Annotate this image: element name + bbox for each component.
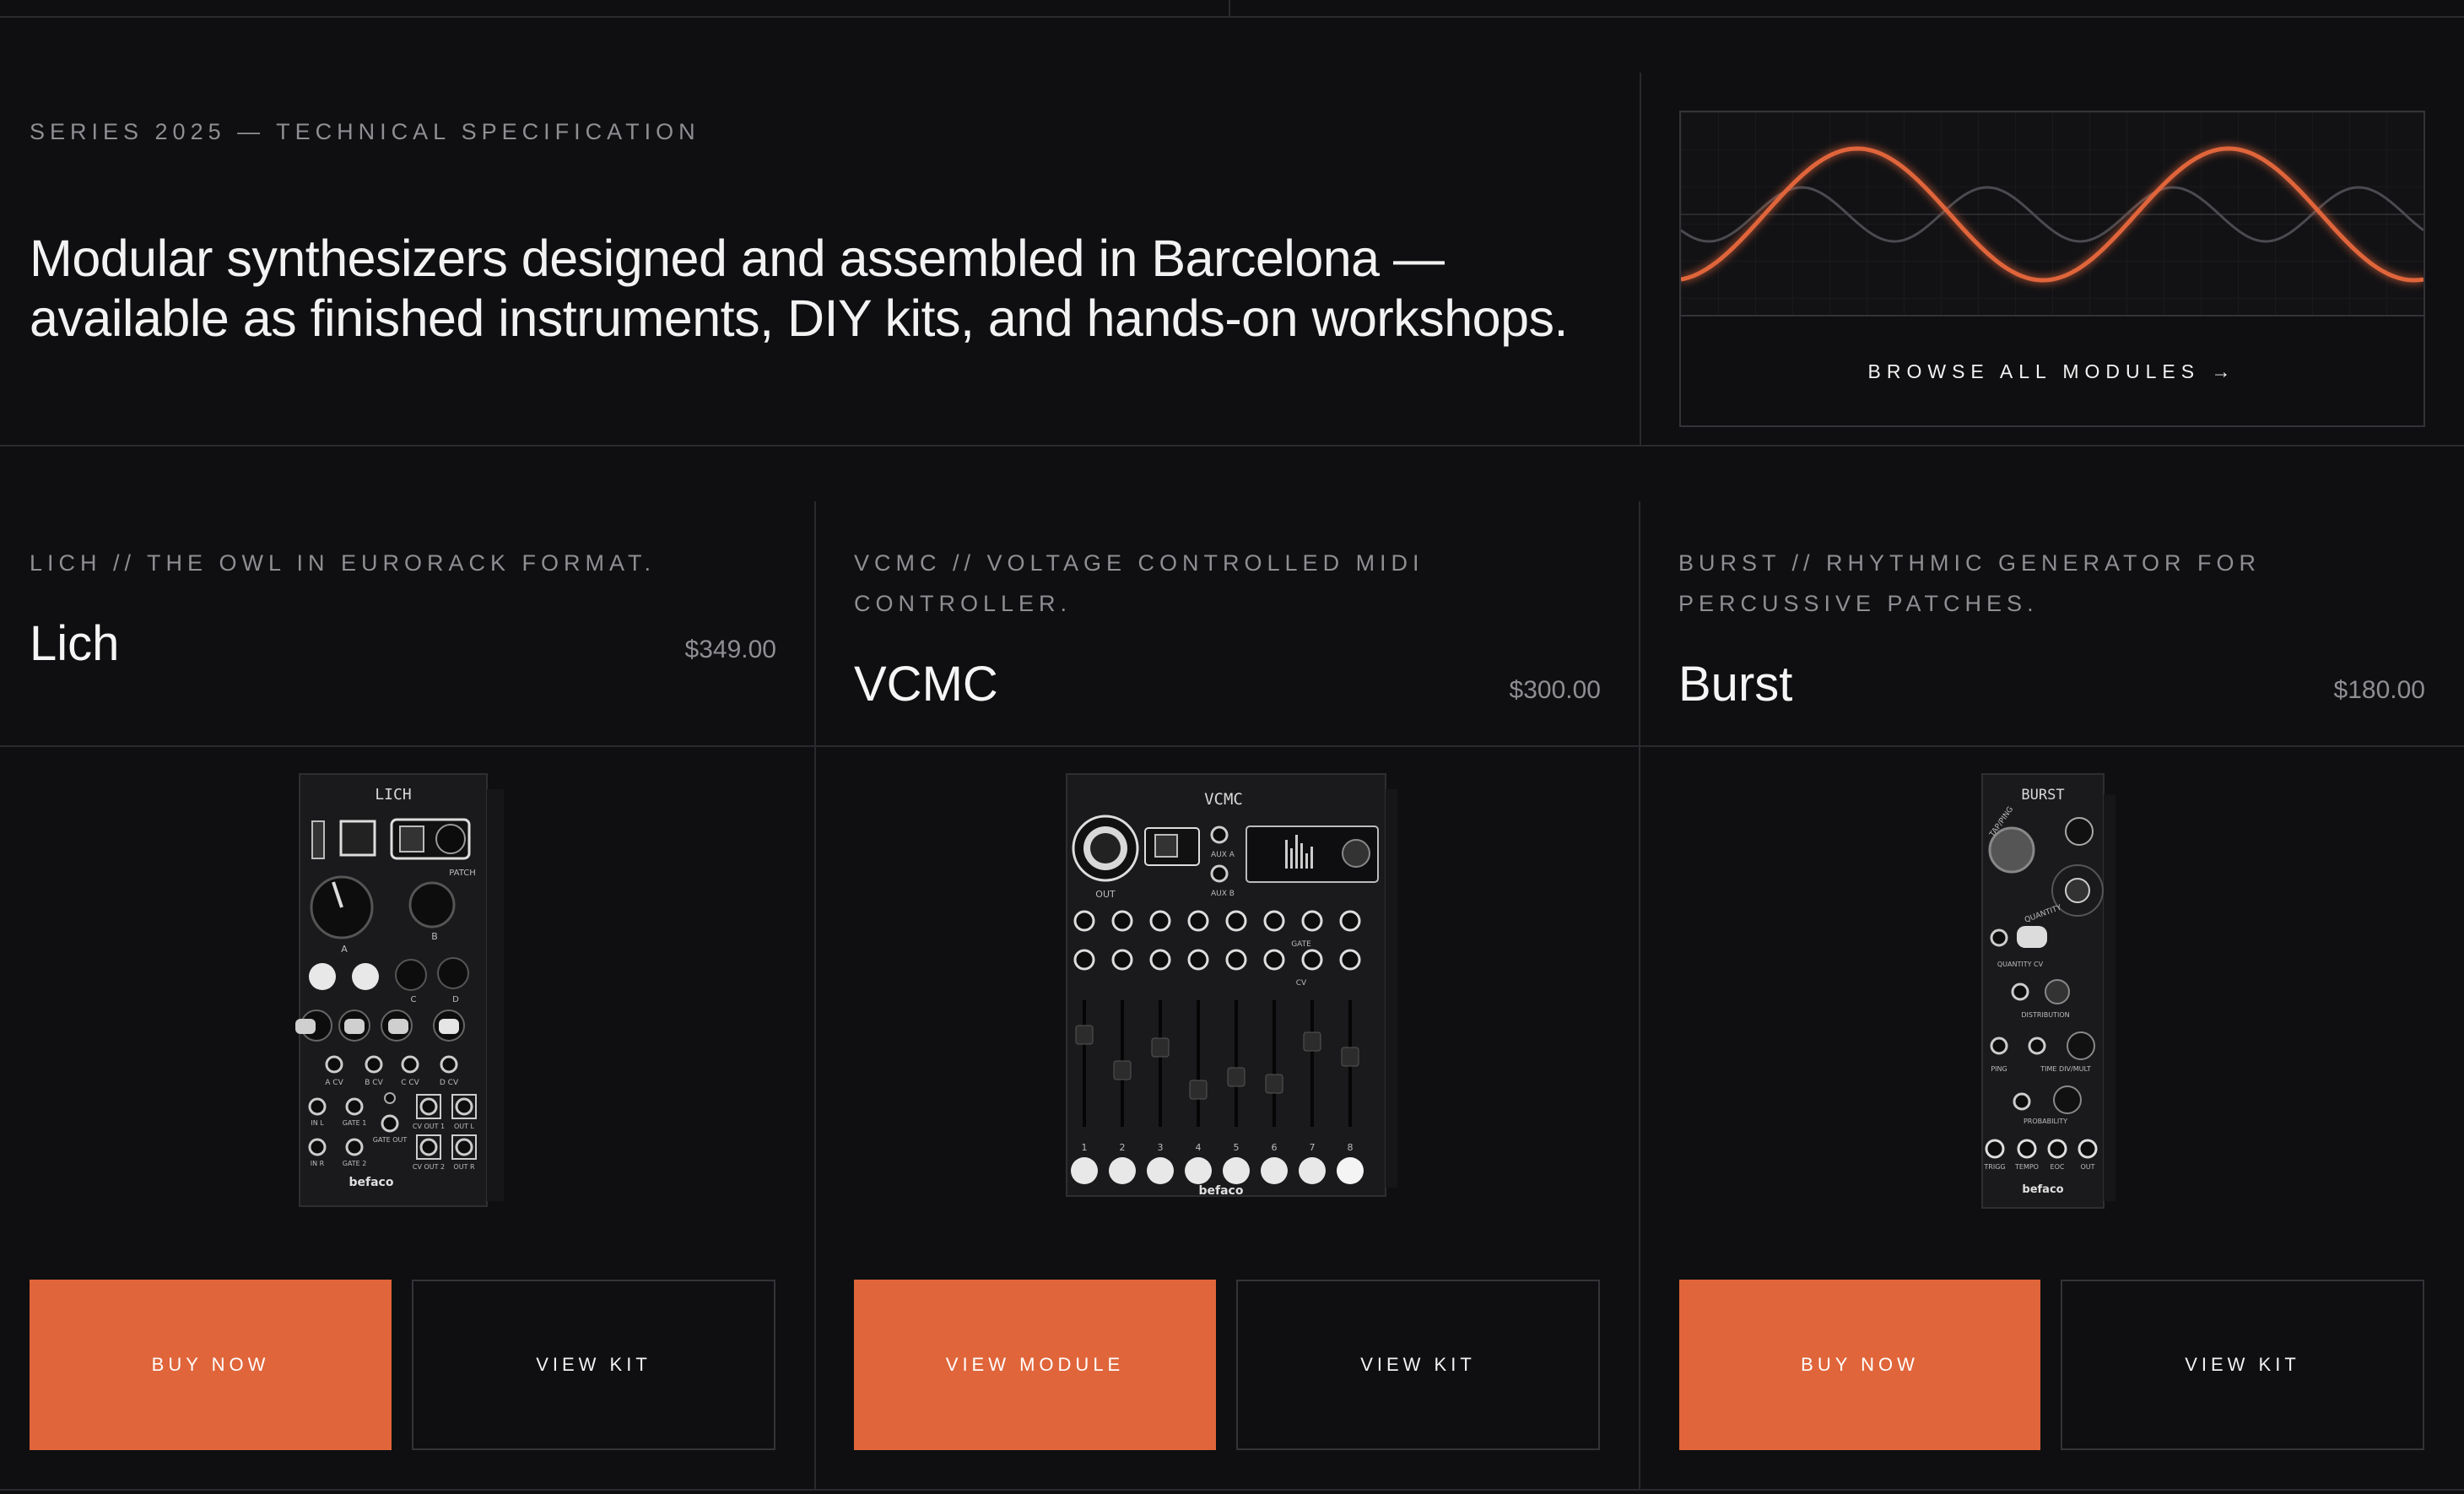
product-subtitle: VCMC // VOLTAGE CONTROLLED MIDI CONTROLL…	[854, 550, 1424, 616]
panel-label: 6	[1272, 1142, 1278, 1153]
view-kit-button[interactable]: VIEW KIT	[2061, 1280, 2424, 1450]
product-name[interactable]: Burst	[1678, 656, 1792, 712]
panel-label: AUX B	[1211, 890, 1235, 898]
panel-label: IN R	[311, 1160, 325, 1167]
lich-module-photo: LICH PATCH A B C D A CV B CV C CV D CV I…	[295, 773, 504, 1207]
panel-label: C CV	[401, 1079, 419, 1087]
panel-label: B CV	[365, 1079, 383, 1087]
hero-section: SERIES 2025 — TECHNICAL SPECIFICATION Mo…	[0, 18, 2464, 447]
product-image[interactable]: BURST TAP/PING QUANTITY QUANTITY CV DIST…	[1649, 747, 2464, 1220]
sine-wave-graphic	[1681, 112, 2423, 315]
panel-label: GATE OUT	[373, 1136, 408, 1144]
product-price: $300.00	[1509, 676, 1601, 704]
panel-label: CV	[1296, 979, 1307, 988]
waveform-display	[1681, 112, 2423, 317]
panel-label: IN L	[311, 1119, 324, 1127]
hero-divider	[1640, 73, 1641, 447]
hero-text: SERIES 2025 — TECHNICAL SPECIFICATION Mo…	[30, 18, 1633, 447]
panel-label: D CV	[440, 1079, 459, 1087]
panel-label: A	[341, 944, 348, 955]
panel-label: D	[452, 995, 459, 1004]
panel-label: PING	[1991, 1065, 2007, 1073]
panel-label: 1	[1082, 1142, 1088, 1153]
panel-label: OUT	[1095, 889, 1116, 900]
panel-label: OUT R	[453, 1163, 475, 1171]
panel-label: PATCH	[449, 869, 475, 878]
burst-module-photo: BURST TAP/PING QUANTITY QUANTITY CV DIST…	[1981, 773, 2115, 1209]
hero-tagline: Modular synthesizers designed and assemb…	[30, 229, 1633, 349]
tagline-line-2: available as finished instruments, DIY k…	[30, 290, 1568, 347]
view-kit-button[interactable]: VIEW KIT	[412, 1280, 775, 1450]
panel-label: C	[411, 995, 417, 1004]
waveform-card: BROWSE ALL MODULES →	[1679, 111, 2425, 427]
panel-label: DISTRIBUTION	[2021, 1011, 2069, 1019]
panel-header: VCMC	[1204, 790, 1243, 809]
panel-label: TEMPO	[2014, 1163, 2039, 1171]
panel-label: OUT	[2080, 1163, 2094, 1171]
panel-label: PROBABILITY	[2024, 1118, 2067, 1125]
panel-label: OUT L	[454, 1123, 475, 1130]
buy-now-button[interactable]: BUY NOW	[1679, 1280, 2040, 1450]
series-eyebrow: SERIES 2025 — TECHNICAL SPECIFICATION	[30, 119, 700, 144]
panel-label: AUX A	[1211, 851, 1235, 859]
panel-label: 8	[1348, 1142, 1354, 1153]
panel-label: CV OUT 1	[413, 1123, 445, 1130]
panel-label: 7	[1310, 1142, 1316, 1153]
product-image[interactable]: LICH PATCH A B C D A CV B CV C CV D CV I…	[0, 747, 824, 1220]
product-card-lich: LICH // THE OWL IN EURORACK FORMAT. Lich…	[0, 447, 824, 1489]
panel-label: GATE 2	[343, 1160, 367, 1167]
product-card-vcmc: VCMC // VOLTAGE CONTROLLED MIDI CONTROLL…	[824, 447, 1649, 1489]
panel-label: 5	[1234, 1142, 1240, 1153]
panel-label: 3	[1158, 1142, 1164, 1153]
panel-label: B	[431, 931, 438, 942]
view-kit-button[interactable]: VIEW KIT	[1236, 1280, 1600, 1450]
panel-brand: befaco	[1199, 1184, 1244, 1198]
bottom-border	[0, 1489, 2464, 1491]
product-name[interactable]: Lich	[30, 615, 119, 672]
product-image[interactable]: VCMC OUT AUX A AUX B GATE CV 1 2 3 4 5 6…	[824, 747, 1649, 1220]
panel-header: BURST	[2021, 787, 2064, 804]
products-grid: LICH // THE OWL IN EURORACK FORMAT. Lich…	[0, 447, 2464, 1489]
product-card-burst: BURST // RHYTHMIC GENERATOR FOR PERCUSSI…	[1649, 447, 2464, 1489]
panel-label: TIME DIV/MULT	[2040, 1065, 2091, 1073]
product-info: LICH // THE OWL IN EURORACK FORMAT. Lich…	[30, 447, 776, 746]
product-info: BURST // RHYTHMIC GENERATOR FOR PERCUSSI…	[1678, 447, 2425, 746]
product-price: $180.00	[2333, 676, 2425, 704]
view-module-button[interactable]: VIEW MODULE	[854, 1280, 1216, 1450]
column-divider	[1639, 501, 1640, 1489]
panel-label: A CV	[325, 1079, 343, 1087]
panel-header: LICH	[375, 786, 411, 804]
buy-now-button[interactable]: BUY NOW	[30, 1280, 392, 1450]
column-divider	[814, 501, 816, 1489]
panel-label: GATE 1	[343, 1119, 367, 1127]
product-price: $349.00	[684, 636, 776, 663]
panel-label: QUANTITY CV	[1997, 961, 2044, 968]
panel-label: 2	[1120, 1142, 1126, 1153]
top-bar	[0, 0, 2464, 18]
panel-label: GATE	[1291, 940, 1311, 949]
vcmc-module-photo: VCMC OUT AUX A AUX B GATE CV 1 2 3 4 5 6…	[1066, 773, 1397, 1198]
product-info: VCMC // VOLTAGE CONTROLLED MIDI CONTROLL…	[854, 447, 1601, 746]
top-divider	[1229, 0, 1230, 18]
tagline-line-1: Modular synthesizers designed and assemb…	[30, 230, 1445, 287]
browse-all-modules-button[interactable]: BROWSE ALL MODULES →	[1681, 318, 2423, 425]
product-name[interactable]: VCMC	[854, 656, 998, 712]
panel-label: 4	[1196, 1142, 1202, 1153]
panel-label: TRIGG	[1983, 1163, 2005, 1171]
panel-label: EOC	[2051, 1163, 2065, 1171]
product-subtitle: BURST // RHYTHMIC GENERATOR FOR PERCUSSI…	[1678, 550, 2261, 616]
product-subtitle: LICH // THE OWL IN EURORACK FORMAT.	[30, 550, 657, 576]
panel-brand: befaco	[2022, 1183, 2063, 1196]
panel-label: CV OUT 2	[413, 1163, 445, 1171]
panel-brand: befaco	[349, 1176, 394, 1189]
